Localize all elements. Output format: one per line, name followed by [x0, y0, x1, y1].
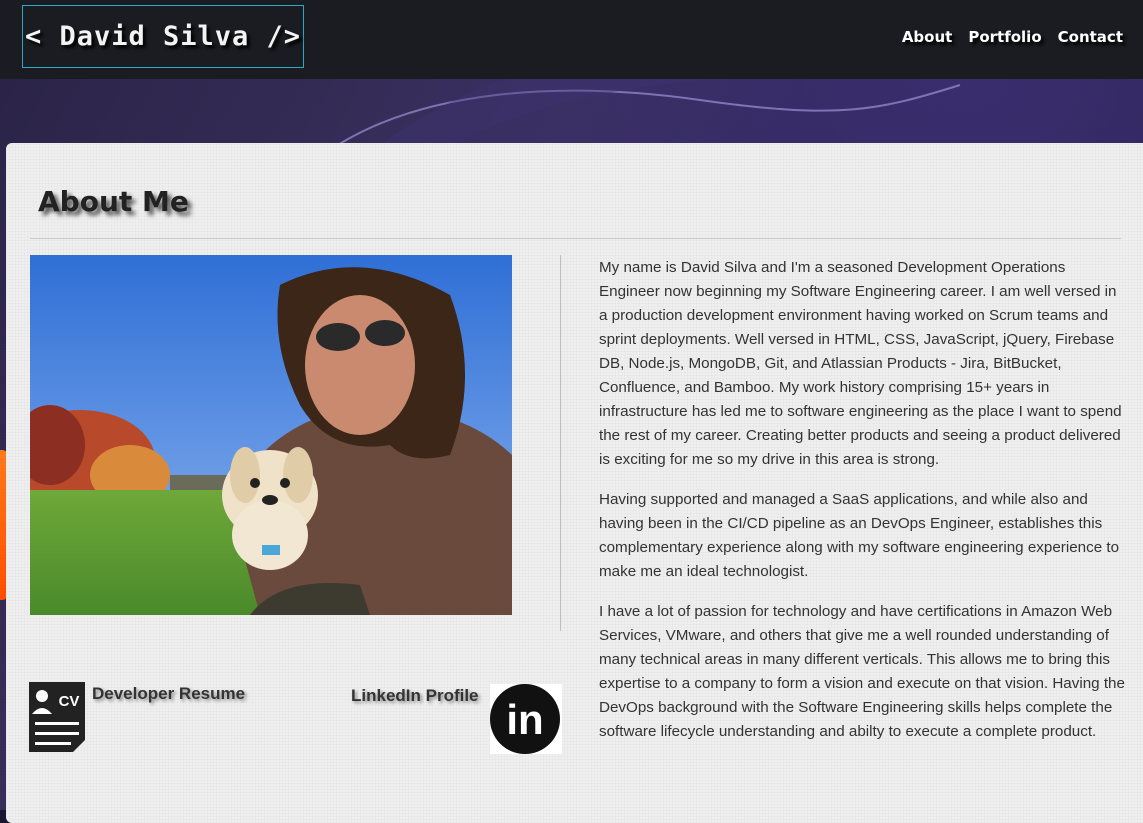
main-nav: About Portfolio Contact: [902, 28, 1123, 46]
about-text: My name is David Silva and I'm a seasone…: [599, 256, 1129, 760]
heading-divider: [30, 238, 1121, 239]
about-heading: About Me: [38, 185, 189, 218]
developer-resume-link[interactable]: Developer Resume: [92, 684, 245, 704]
about-paragraph: My name is David Silva and I'm a seasone…: [599, 259, 1122, 468]
site-header: < David Silva /> About Portfolio Contact: [0, 0, 1143, 79]
column-divider: [560, 255, 561, 631]
nav-link-contact[interactable]: Contact: [1058, 28, 1123, 46]
linkedin-profile-link[interactable]: LinkedIn Profile: [351, 686, 479, 706]
about-paragraph: Having supported and managed a SaaS appl…: [599, 491, 1120, 580]
linkedin-icon-text: in: [506, 696, 543, 743]
resume-cv-icon[interactable]: CV: [29, 682, 85, 752]
resume-cv-text: CV: [59, 693, 80, 710]
nav-link-portfolio[interactable]: Portfolio: [968, 28, 1041, 46]
about-card: About Me My name is David Silva and I'm …: [6, 143, 1143, 823]
site-logo[interactable]: < David Silva />: [22, 5, 304, 68]
profile-photo: [30, 255, 512, 615]
about-paragraph: I have a lot of passion for technology a…: [599, 603, 1125, 740]
linkedin-icon[interactable]: in: [490, 684, 562, 754]
nav-link-about[interactable]: About: [902, 28, 953, 46]
